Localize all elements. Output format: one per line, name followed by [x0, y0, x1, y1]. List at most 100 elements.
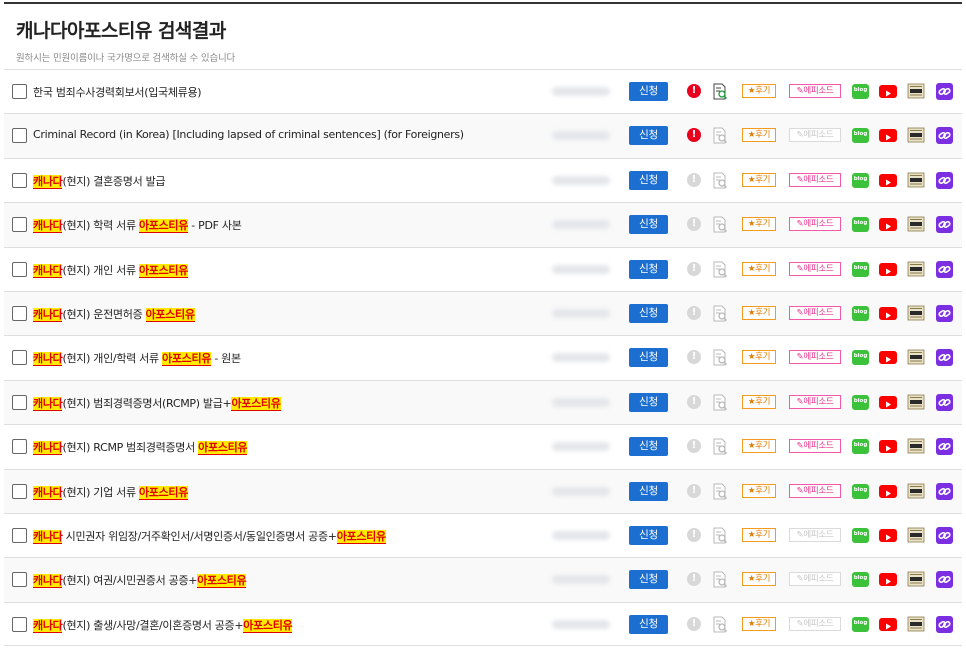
- episode-button[interactable]: ✎에피소드: [789, 261, 841, 276]
- news-icon[interactable]: [907, 126, 925, 144]
- exclamation-circle-icon[interactable]: !: [687, 439, 701, 454]
- row-checkbox[interactable]: [12, 527, 27, 543]
- exclamation-circle-icon[interactable]: !: [687, 261, 701, 276]
- episode-button[interactable]: ✎에피소드: [789, 172, 841, 187]
- service-name-link[interactable]: 한국 범죄수사경력회보서(입국체류용): [33, 84, 202, 100]
- document-search-icon[interactable]: [712, 394, 728, 411]
- review-button[interactable]: ★후기: [742, 572, 776, 587]
- review-button[interactable]: ★후기: [742, 217, 776, 232]
- blog-icon[interactable]: blog: [852, 394, 869, 410]
- episode-button[interactable]: ✎에피소드: [789, 84, 841, 98]
- episode-button[interactable]: ✎에피소드: [789, 616, 841, 631]
- row-checkbox[interactable]: [12, 439, 27, 455]
- exclamation-circle-icon[interactable]: !: [687, 616, 701, 631]
- document-search-icon[interactable]: [712, 616, 728, 633]
- service-name-link[interactable]: 캐나다(현지) 출생/사망/결혼/이혼증명서 공증+아포스티유: [33, 617, 293, 633]
- exclamation-circle-icon[interactable]: !: [687, 350, 701, 365]
- row-checkbox[interactable]: [12, 394, 27, 410]
- episode-button[interactable]: ✎에피소드: [789, 439, 841, 454]
- apply-button[interactable]: 신청: [629, 215, 668, 235]
- apply-button[interactable]: 신청: [629, 82, 668, 101]
- episode-button[interactable]: ✎에피소드: [789, 527, 841, 542]
- document-search-icon[interactable]: [712, 349, 728, 366]
- apply-button[interactable]: 신청: [629, 392, 668, 412]
- link-icon[interactable]: [936, 571, 953, 589]
- service-name-link[interactable]: 캐나다(현지) 여권/시민권증서 공증+아포스티유: [33, 572, 247, 589]
- apply-button[interactable]: 신청: [629, 126, 668, 146]
- review-button[interactable]: ★후기: [742, 616, 776, 631]
- episode-button[interactable]: ✎에피소드: [789, 483, 841, 498]
- apply-button[interactable]: 신청: [629, 437, 668, 457]
- blog-icon[interactable]: blog: [852, 350, 869, 366]
- review-button[interactable]: ★후기: [742, 305, 776, 320]
- episode-button[interactable]: ✎에피소드: [789, 217, 841, 232]
- youtube-icon[interactable]: [879, 129, 897, 143]
- row-checkbox[interactable]: [12, 616, 27, 632]
- exclamation-circle-icon[interactable]: !: [687, 527, 701, 542]
- link-icon[interactable]: [936, 83, 953, 100]
- service-name-link[interactable]: Criminal Record (in Korea) [Including la…: [33, 128, 464, 141]
- youtube-icon[interactable]: [879, 351, 897, 365]
- document-search-icon[interactable]: [712, 571, 728, 588]
- service-name-link[interactable]: 캐나다(현지) 기업 서류 아포스티유: [33, 484, 188, 500]
- apply-button[interactable]: 신청: [629, 570, 668, 590]
- youtube-icon[interactable]: [879, 484, 897, 498]
- service-name-link[interactable]: 캐나다(현지) 학력 서류 아포스티유 - PDF 사본: [33, 217, 242, 234]
- exclamation-circle-icon[interactable]: !: [687, 394, 701, 409]
- link-icon[interactable]: [936, 482, 953, 500]
- youtube-icon[interactable]: [879, 85, 897, 98]
- apply-button[interactable]: 신청: [629, 170, 668, 190]
- youtube-icon[interactable]: [879, 617, 897, 631]
- exclamation-circle-icon[interactable]: !: [687, 128, 701, 143]
- blog-icon[interactable]: blog: [852, 128, 869, 144]
- youtube-icon[interactable]: [879, 306, 897, 320]
- blog-icon[interactable]: blog: [852, 616, 869, 632]
- document-search-icon[interactable]: [712, 483, 728, 500]
- exclamation-circle-icon[interactable]: !: [687, 483, 701, 498]
- news-icon[interactable]: [907, 304, 925, 322]
- youtube-icon[interactable]: [879, 395, 897, 409]
- service-name-link[interactable]: 캐나다(현지) 개인 서류 아포스티유: [33, 262, 188, 278]
- blog-icon[interactable]: blog: [852, 572, 869, 588]
- blog-icon[interactable]: blog: [852, 305, 869, 321]
- blog-icon[interactable]: blog: [852, 172, 869, 188]
- link-icon[interactable]: [936, 393, 953, 411]
- link-icon[interactable]: [936, 127, 953, 145]
- exclamation-circle-icon[interactable]: !: [687, 217, 701, 232]
- service-name-link[interactable]: 캐나다(현지) 운전면허증 아포스티유: [33, 306, 195, 322]
- row-checkbox[interactable]: [12, 350, 27, 366]
- document-search-icon[interactable]: [712, 305, 728, 322]
- review-button[interactable]: ★후기: [742, 128, 776, 143]
- youtube-icon[interactable]: [879, 528, 897, 542]
- youtube-icon[interactable]: [879, 440, 897, 454]
- service-name-link[interactable]: 캐나다(현지) 범죄경력증명서(RCMP) 발급+아포스티유: [33, 395, 281, 411]
- review-button[interactable]: ★후기: [742, 261, 776, 276]
- news-icon[interactable]: [907, 393, 925, 411]
- row-checkbox[interactable]: [12, 261, 27, 277]
- episode-button[interactable]: ✎에피소드: [789, 305, 841, 320]
- apply-button[interactable]: 신청: [629, 259, 668, 279]
- news-icon[interactable]: [907, 171, 925, 189]
- document-search-icon[interactable]: [712, 438, 728, 455]
- link-icon[interactable]: [936, 304, 953, 322]
- link-icon[interactable]: [936, 615, 953, 633]
- service-name-link[interactable]: 캐나다 시민권자 위임장/거주확인서/서명인증서/동일인증명서 공증+아포스티유: [33, 528, 386, 544]
- row-checkbox[interactable]: [12, 128, 27, 144]
- link-icon[interactable]: [936, 349, 953, 367]
- news-icon[interactable]: [907, 526, 925, 544]
- episode-button[interactable]: ✎에피소드: [789, 128, 841, 143]
- youtube-icon[interactable]: [879, 262, 897, 276]
- apply-button[interactable]: 신청: [629, 303, 668, 323]
- link-icon[interactable]: [936, 526, 953, 544]
- document-search-icon[interactable]: [712, 172, 728, 189]
- news-icon[interactable]: [907, 348, 925, 366]
- episode-button[interactable]: ✎에피소드: [789, 572, 841, 587]
- youtube-icon[interactable]: [879, 173, 897, 187]
- document-search-icon[interactable]: [712, 261, 728, 278]
- row-checkbox[interactable]: [12, 172, 27, 188]
- service-name-link[interactable]: 캐나다(현지) 개인/학력 서류 아포스티유 - 원본: [33, 350, 241, 367]
- row-checkbox[interactable]: [12, 217, 27, 233]
- apply-button[interactable]: 신청: [629, 348, 668, 368]
- news-icon[interactable]: [907, 437, 925, 455]
- exclamation-circle-icon[interactable]: !: [687, 172, 701, 187]
